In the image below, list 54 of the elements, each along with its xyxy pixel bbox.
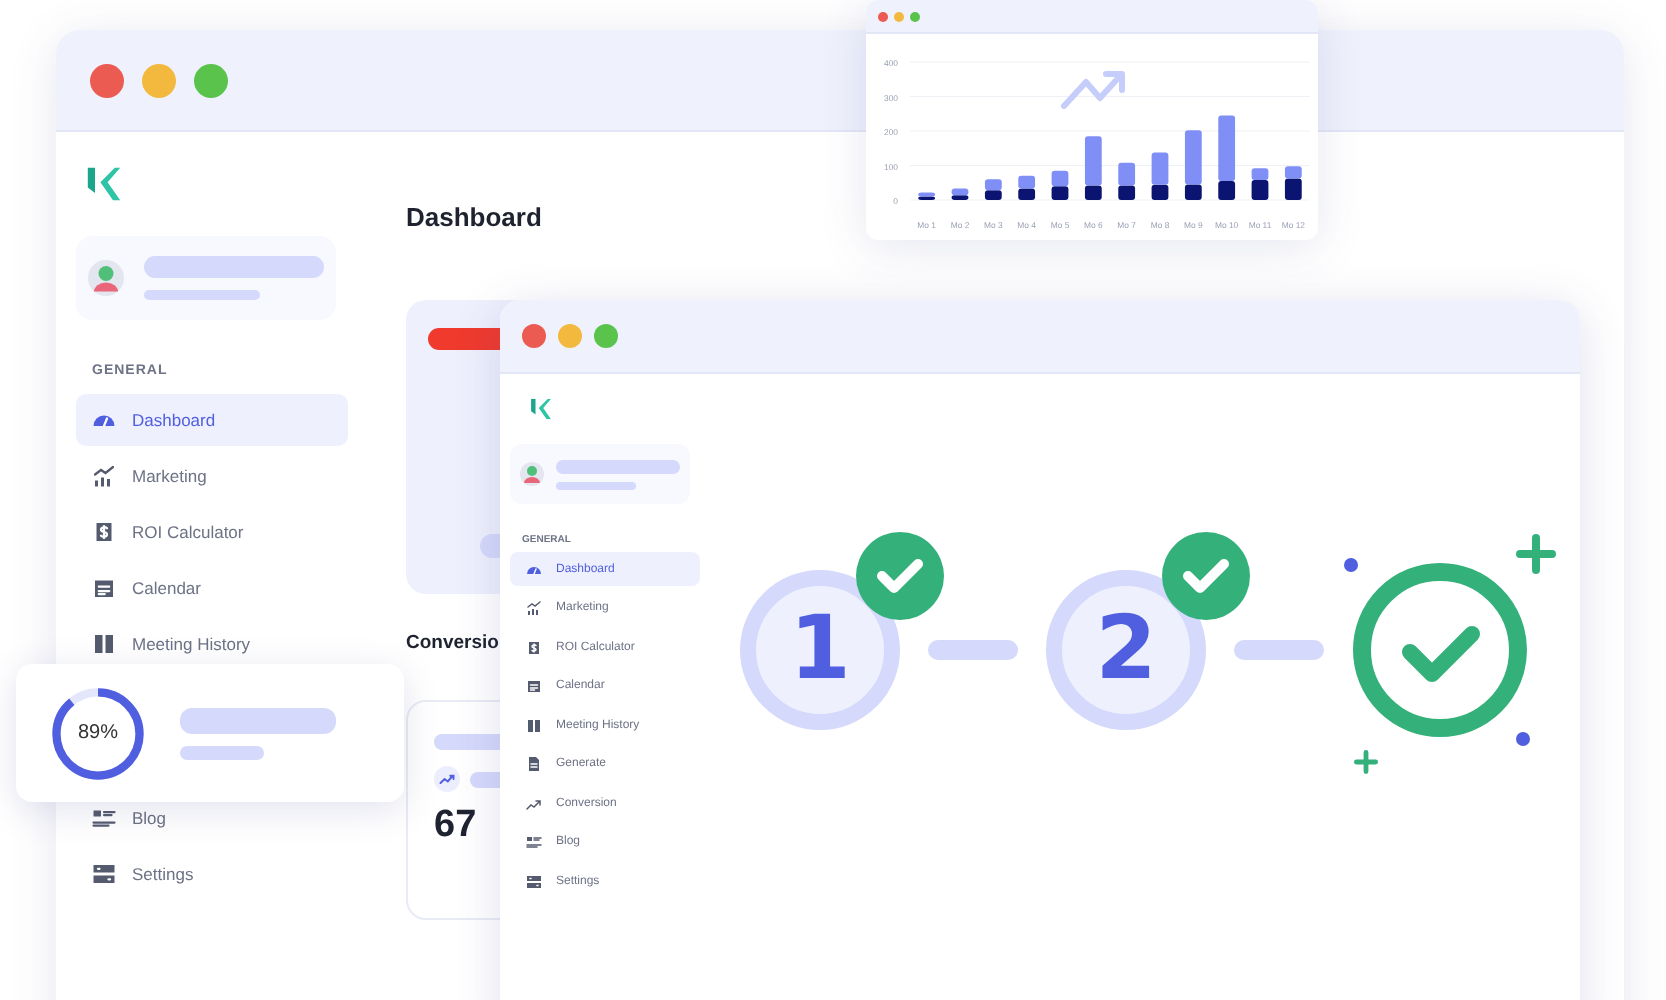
calendar-icon xyxy=(526,678,542,694)
list-icon xyxy=(526,834,542,850)
step-number: 2 xyxy=(1095,606,1157,694)
dot-icon xyxy=(1344,558,1358,572)
stat-value: 67 xyxy=(434,804,477,848)
document-icon xyxy=(526,756,542,772)
dollar-icon xyxy=(526,639,542,655)
close-button[interactable] xyxy=(90,63,124,97)
trend-arrow-icon xyxy=(1061,71,1125,109)
plus-icon xyxy=(1354,750,1378,774)
nav-item[interactable]: Meeting History xyxy=(76,628,348,660)
close-button[interactable] xyxy=(878,11,888,21)
maximize-button[interactable] xyxy=(910,11,920,21)
chart-icon xyxy=(526,600,542,616)
placeholder-bar xyxy=(180,745,264,759)
nav-item[interactable]: Calendar xyxy=(76,572,348,604)
maximize-button[interactable] xyxy=(194,63,228,97)
placeholder-bar xyxy=(144,290,260,300)
chart-icon xyxy=(92,464,116,488)
progress-value: 89% xyxy=(77,722,118,744)
bar xyxy=(1051,170,1069,187)
close-button[interactable] xyxy=(522,324,546,348)
toggle-icon xyxy=(526,873,542,889)
minimize-button[interactable] xyxy=(894,11,904,21)
connector-line xyxy=(928,640,1018,660)
maximize-button[interactable] xyxy=(594,324,618,348)
list-icon xyxy=(92,806,116,830)
avatar-icon xyxy=(520,458,544,490)
avatar-icon xyxy=(88,256,124,300)
nav-item[interactable]: Marketing xyxy=(76,460,348,492)
trend-icon xyxy=(434,766,460,792)
placeholder-bar xyxy=(556,459,680,473)
minimize-button[interactable] xyxy=(558,324,582,348)
toggle-icon xyxy=(92,862,116,886)
step-number: 1 xyxy=(789,606,851,694)
trend-icon xyxy=(526,795,542,811)
nav-item[interactable]: ROI Calculator xyxy=(76,516,348,548)
minimize-button[interactable] xyxy=(142,63,176,97)
connector-line xyxy=(1234,640,1324,660)
gauge-icon xyxy=(526,561,542,577)
book-icon xyxy=(526,717,542,733)
section-heading: Conversio xyxy=(406,632,499,654)
dot-icon xyxy=(1516,732,1530,746)
plus-icon xyxy=(1516,534,1556,574)
book-icon xyxy=(92,632,116,656)
logo-icon xyxy=(530,396,552,422)
dollar-icon xyxy=(92,520,116,544)
page-heading: Dashboard xyxy=(406,202,542,232)
placeholder-bar xyxy=(556,481,636,489)
logo-icon xyxy=(86,164,122,204)
nav-item[interactable]: Blog xyxy=(76,802,348,834)
nav-item[interactable]: Dashboard xyxy=(76,394,348,446)
calendar-icon xyxy=(92,576,116,600)
nav-item[interactable]: Settings xyxy=(76,858,348,890)
